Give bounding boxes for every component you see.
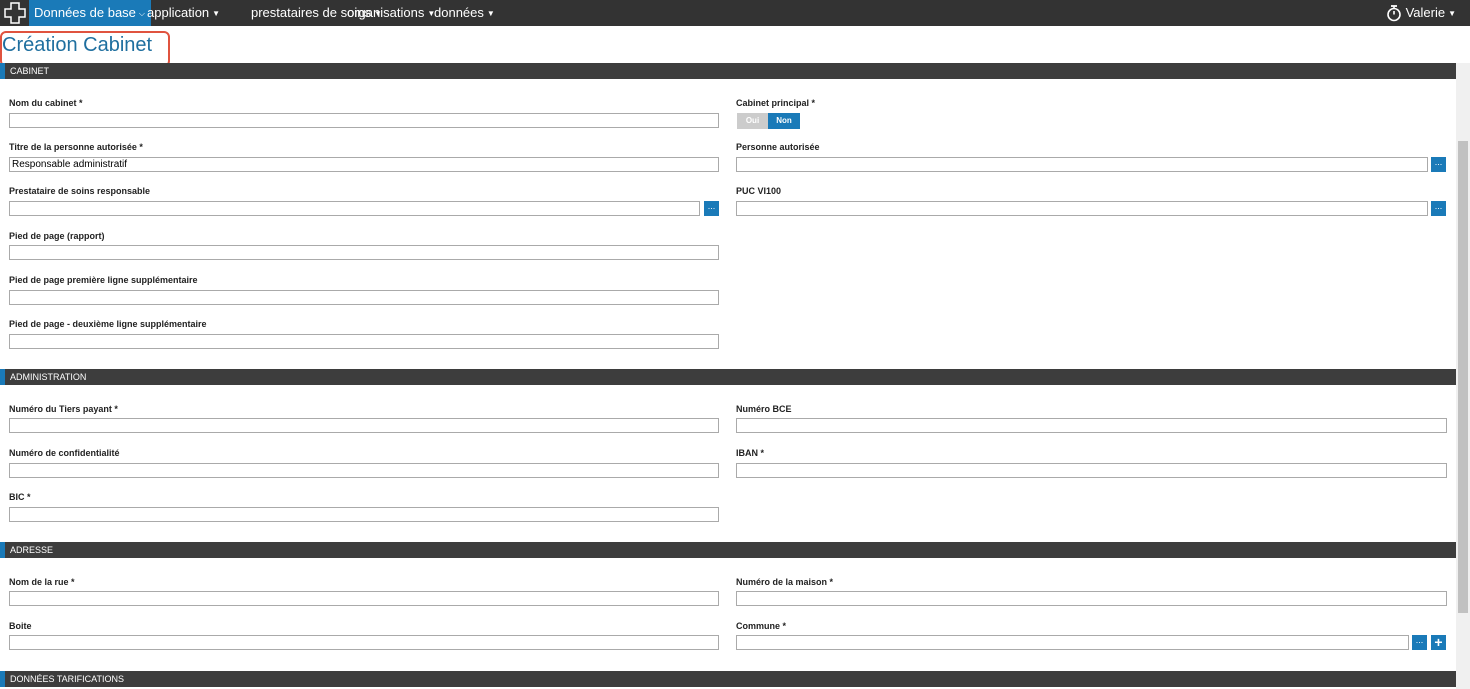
titre-personne-input[interactable] [9, 157, 719, 172]
confidentialite-input[interactable] [9, 463, 719, 478]
boite-label: Boite [9, 621, 32, 631]
title-highlight-box [0, 31, 170, 67]
pied-page-1-label: Pied de page première ligne supplémentai… [9, 275, 198, 285]
caret-down-icon: ▼ [212, 9, 221, 18]
pied-page-input[interactable] [9, 245, 719, 260]
iban-label: IBAN * [736, 448, 765, 458]
page-scrollbar[interactable] [1456, 63, 1470, 689]
nav-application[interactable]: application ▼ [147, 0, 220, 26]
commune-pick-button[interactable]: ... [1412, 635, 1427, 650]
section-administration-header: ADMINISTRATION [0, 369, 1456, 385]
section-tarifications-header: DONNÉES TARIFICATIONS [0, 671, 1456, 687]
nom-cabinet-input[interactable] [9, 113, 719, 128]
bce-input[interactable] [736, 418, 1447, 433]
puc-label: PUC VI100 [736, 186, 782, 196]
personne-autorisee-input[interactable] [736, 157, 1428, 172]
cabinet-principal-label: Cabinet principal * [736, 98, 816, 108]
bce-label: Numéro BCE [736, 404, 792, 414]
tiers-payant-label: Numéro du Tiers payant * [9, 404, 118, 414]
caret-down-icon: ▼ [1448, 9, 1456, 18]
personne-autorisee-pick-button[interactable]: ... [1431, 157, 1446, 172]
tiers-payant-input[interactable] [9, 418, 719, 433]
pied-page-2-label: Pied de page - deuxième ligne supplément… [9, 319, 207, 329]
puc-pick-button[interactable]: ... [1431, 201, 1446, 216]
caret-down-icon: ▼ [486, 9, 495, 18]
nav-donnees-de-base[interactable]: Données de base ⌵ [29, 0, 151, 26]
confidentialite-label: Numéro de confidentialité [9, 448, 120, 458]
chevron-down-icon: ⌵ [138, 9, 145, 18]
section-cabinet-header: CABINET [0, 63, 1456, 79]
puc-input[interactable] [736, 201, 1428, 216]
scrollbar-thumb[interactable] [1458, 141, 1468, 613]
pied-page-1-input[interactable] [9, 290, 719, 305]
pied-page-2-input[interactable] [9, 334, 719, 349]
rue-label: Nom de la rue * [9, 577, 75, 587]
maison-label: Numéro de la maison * [736, 577, 834, 587]
stopwatch-icon[interactable] [1386, 4, 1402, 22]
top-navbar: Données de base ⌵ application ▼ prestatair… [0, 0, 1470, 26]
iban-input[interactable] [736, 463, 1447, 478]
prestataire-label: Prestataire de soins responsable [9, 186, 151, 196]
rue-input[interactable] [9, 591, 719, 606]
personne-autorisee-label: Personne autorisée [736, 142, 820, 152]
boite-input[interactable] [9, 635, 719, 650]
commune-add-button[interactable]: + [1431, 635, 1446, 650]
nav-organisations[interactable]: organisations ▼ [347, 0, 435, 26]
cabinet-principal-oui-toggle[interactable]: Oui [737, 113, 768, 129]
nav-donnees[interactable]: données ▼ [434, 0, 495, 26]
pied-page-label: Pied de page (rapport) [9, 231, 105, 241]
prestataire-input[interactable] [9, 201, 700, 216]
bic-input[interactable] [9, 507, 719, 522]
cabinet-principal-non-toggle[interactable]: Non [768, 113, 800, 129]
medical-cross-logo-icon[interactable] [2, 1, 28, 25]
bic-label: BIC * [9, 492, 31, 502]
user-menu[interactable]: Valerie ▼ [1406, 0, 1456, 27]
commune-input[interactable] [736, 635, 1409, 650]
titre-personne-label: Titre de la personne autorisée * [9, 142, 143, 152]
commune-label: Commune * [736, 621, 787, 631]
prestataire-pick-button[interactable]: ... [704, 201, 719, 216]
maison-input[interactable] [736, 591, 1447, 606]
section-adresse-header: ADRESSE [0, 542, 1456, 558]
nom-cabinet-label: Nom du cabinet * [9, 98, 83, 108]
